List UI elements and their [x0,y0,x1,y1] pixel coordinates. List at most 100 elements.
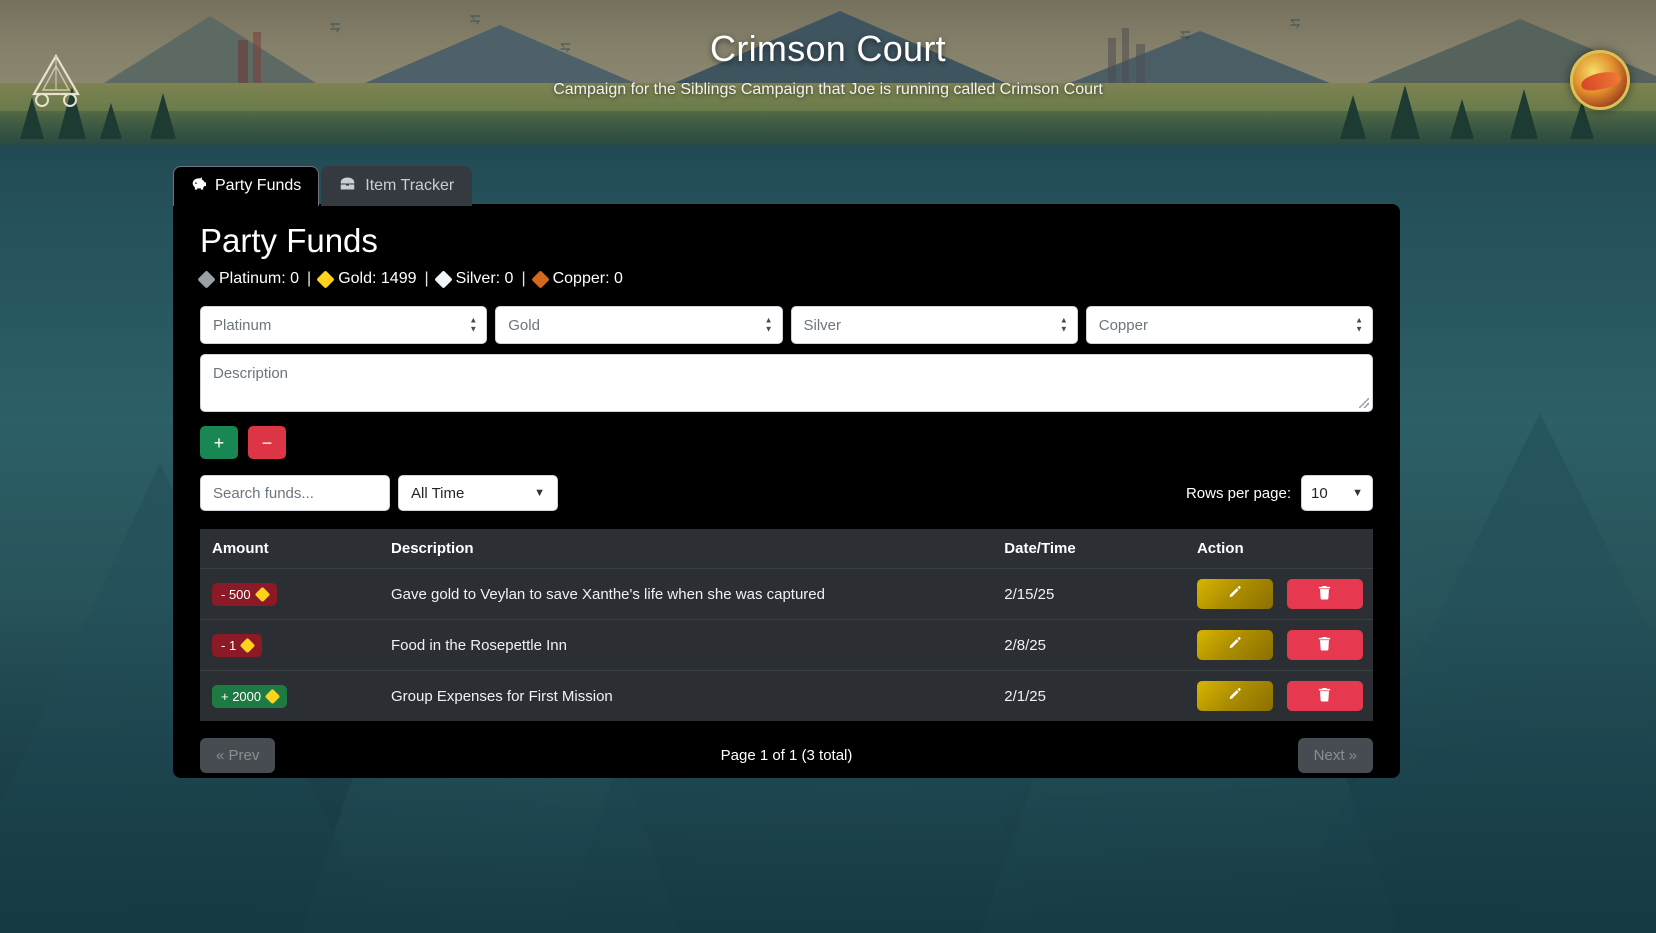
chevron-down-icon: ▼ [1352,487,1363,499]
currency-separator: | [521,270,526,287]
column-header-description: Description [381,529,995,569]
amount-badge: - 1 [212,633,263,657]
table-header-row: Amount Description Date/Time Action [200,529,1373,569]
gold-gem-icon [316,269,335,289]
delete-button[interactable] [1286,630,1363,660]
tab-party-funds[interactable]: Party Funds [173,166,320,206]
campaign-title: Crimson Court [710,28,946,69]
treasure-chest-icon [338,176,357,196]
banner-tree [1450,99,1474,139]
pencil-icon [1227,687,1242,705]
next-page-button[interactable]: Next » [1297,738,1373,773]
piggy-bank-icon [190,176,207,196]
amount-cell: - 1 [200,619,382,671]
add-funds-button[interactable]: + [200,426,238,459]
gold-gem-icon [254,586,270,602]
amount-badge: + 2000 [212,684,288,708]
delete-button[interactable] [1286,579,1363,609]
amount-cell: + 2000 [200,670,382,721]
platinum-stepper[interactable]: ▲ ▼ [469,316,477,333]
edit-button[interactable] [1196,630,1273,660]
trash-icon [1317,636,1332,654]
silver-input[interactable]: Silver ▲ ▼ [790,306,1078,344]
currency-copper: Copper: 0 [530,269,623,289]
copper-stepper[interactable]: ▲ ▼ [1355,316,1363,333]
amount-cell: - 500 [200,568,382,620]
search-placeholder: Search funds... [213,484,314,502]
description-input[interactable]: Description [200,354,1373,412]
gold-input[interactable]: Gold ▲ ▼ [495,306,783,344]
silver-label: Silver: 0 [455,270,514,287]
delete-button[interactable] [1286,681,1363,711]
rows-per-page-value: 10 [1311,484,1328,502]
pencil-icon [1227,636,1242,654]
description-cell: Group Expenses for First Mission [381,670,995,721]
campaign-subtitle: Campaign for the Siblings Campaign that … [553,81,1103,98]
banner-tree [150,93,176,139]
amount-badge: - 500 [212,582,277,606]
amount-input-row: Platinum ▲ ▼ Gold ▲ ▼ Silver ▲ ▼ Copper ▲ ▼ [200,306,1373,344]
copper-input[interactable]: Copper ▲ ▼ [1085,306,1373,344]
amount-value: - 500 [221,586,251,602]
subtract-funds-button[interactable]: − [248,426,286,459]
column-header-date: Date/Time [994,529,1187,569]
resize-handle[interactable] [1359,398,1369,408]
funds-table-head: Amount Description Date/Time Action [200,529,1373,569]
action-cell [1186,619,1373,671]
prev-page-button[interactable]: « Prev [200,738,276,773]
page-title: Party Funds [200,222,378,259]
funds-table-body: - 500 Gave gold to Veylan to save Xanthe… [200,568,1373,721]
description-cell: Gave gold to Veylan to save Xanthe's lif… [381,568,995,620]
tab-label: Party Funds [215,177,302,194]
gold-gem-icon [239,637,256,653]
gold-label: Gold: 1499 [338,270,417,287]
banner-tree [100,103,122,139]
action-cell [1186,670,1373,721]
silver-input-placeholder: Silver [803,316,842,334]
copper-label: Copper: 0 [552,270,623,287]
column-header-action: Action [1186,529,1373,569]
funds-table: Amount Description Date/Time Action - 50… [200,529,1373,721]
tab-bar: Party Funds Item Tracker [173,166,473,206]
banner-bird: ⥧ [470,11,481,26]
transaction-buttons: + − [200,426,1386,459]
banner-tree [1340,95,1366,139]
amount-value: + 2000 [221,688,262,704]
action-cell [1186,568,1373,620]
silver-gem-icon [433,269,453,289]
column-header-amount: Amount [200,529,382,569]
currency-platinum: Platinum: 0 [197,269,300,289]
date-cell: 2/15/25 [994,568,1187,620]
tab-item-tracker[interactable]: Item Tracker [321,166,473,206]
amount-value: - 1 [221,637,237,653]
campaign-banner: ⥧ ⥧ ⥧ ⥧ ⥧ Crimson Court Campaign for the… [0,0,1656,145]
copper-input-placeholder: Copper [1098,316,1148,334]
table-row: - 1 Food in the Rosepettle Inn 2/8/25 [200,619,1373,671]
platinum-input[interactable]: Platinum ▲ ▼ [200,306,488,344]
rows-per-page-select[interactable]: 10 ▼ [1301,475,1373,511]
table-row: + 2000 Group Expenses for First Mission … [200,670,1373,721]
currency-silver: Silver: 0 [433,269,514,289]
platinum-input-placeholder: Platinum [213,316,272,334]
time-filter-select[interactable]: All Time ▼ [398,475,558,511]
table-row: - 500 Gave gold to Veylan to save Xanthe… [200,568,1373,620]
date-cell: 2/1/25 [994,670,1187,721]
edit-button[interactable] [1196,681,1273,711]
filter-row: Search funds... All Time ▼ Rows per page… [200,475,1373,511]
pencil-icon [1227,585,1242,603]
party-funds-panel: Party Funds Platinum: 0 | Gold: 1499 | S… [173,204,1400,778]
pagination-info: Page 1 of 1 (3 total) [720,747,853,764]
silver-stepper[interactable]: ▲ ▼ [1060,316,1068,333]
time-filter-value: All Time [411,484,465,502]
platinum-gem-icon [197,269,216,289]
tab-label: Item Tracker [365,177,455,194]
edit-button[interactable] [1196,579,1273,609]
trash-icon [1317,585,1332,603]
search-input[interactable]: Search funds... [200,475,390,511]
currency-separator: | [424,270,429,287]
gold-stepper[interactable]: ▲ ▼ [765,316,773,333]
rows-per-page-label: Rows per page: [1185,484,1291,502]
trash-icon [1317,687,1332,705]
platinum-label: Platinum: 0 [219,270,300,287]
rows-per-page-group: Rows per page: 10 ▼ [1186,475,1373,511]
